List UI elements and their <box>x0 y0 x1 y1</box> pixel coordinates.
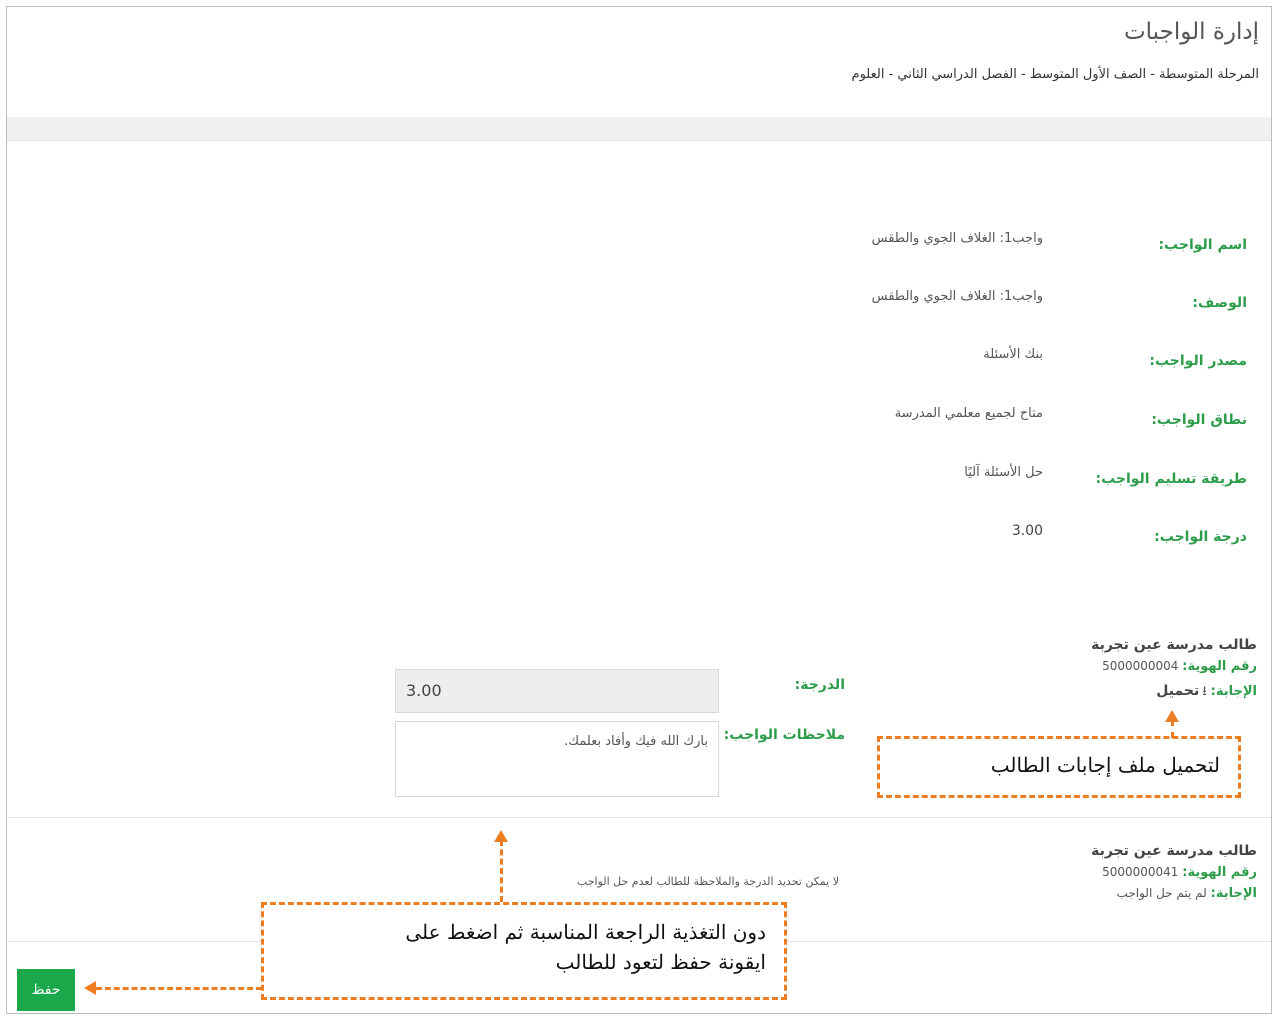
student-name: طالب مدرسة عين تجربة <box>1091 843 1257 859</box>
callout-arrow-line <box>500 840 503 902</box>
detail-row-name: اسم الواجب: واجب1: الغلاف الجوي والطقس <box>7 231 1271 271</box>
student-answer: الإجابة: ⭳تحميل <box>1091 682 1257 704</box>
student-id: رقم الهوية: 5000000041 <box>1091 865 1257 880</box>
student-answer-label: الإجابة: <box>1210 886 1257 901</box>
download-answer-link[interactable]: تحميل <box>1156 683 1199 699</box>
detail-value: متاح لجميع معلمي المدرسة <box>894 406 1043 421</box>
callout-arrowhead <box>84 981 96 995</box>
breadcrumb: المرحلة المتوسطة - الصف الأول المتوسط - … <box>851 67 1259 82</box>
detail-label: الوصف: <box>1192 295 1247 311</box>
student-id-value: 5000000004 <box>1102 659 1179 673</box>
page-title: إدارة الواجبات <box>1124 19 1259 45</box>
download-icon[interactable]: ⭳ <box>1202 682 1207 704</box>
detail-label: اسم الواجب: <box>1158 237 1247 253</box>
student-id: رقم الهوية: 5000000004 <box>1091 659 1257 674</box>
detail-label: طريقة تسليم الواجب: <box>1095 471 1247 487</box>
student-id-value: 5000000041 <box>1102 865 1179 879</box>
feedback-callout: دون التغذية الراجعة المناسبة ثم اضغط على… <box>261 902 787 1000</box>
detail-row-description: الوصف: واجب1: الغلاف الجوي والطقس <box>7 289 1271 329</box>
detail-row-grade: درجة الواجب: 3.00 <box>7 523 1271 563</box>
callout-arrow-line <box>96 987 262 990</box>
detail-value: حل الأسئلة آليًا <box>964 465 1043 480</box>
student-separator <box>7 817 1271 818</box>
detail-row-delivery-method: طريقة تسليم الواجب: حل الأسئلة آليًا <box>7 465 1271 505</box>
grade-label: الدرجة: <box>794 677 845 693</box>
student-name: طالب مدرسة عين تجربة <box>1091 637 1257 653</box>
detail-row-scope: نطاق الواجب: متاح لجميع معلمي المدرسة <box>7 406 1271 446</box>
student-id-label: رقم الهوية: <box>1182 659 1257 674</box>
detail-row-source: مصدر الواجب: بنك الأسئلة <box>7 347 1271 387</box>
feedback-callout-line-1: دون التغذية الراجعة المناسبة ثم اضغط على <box>405 920 766 944</box>
assignment-management-panel: إدارة الواجبات المرحلة المتوسطة - الصف ا… <box>6 6 1272 1014</box>
header-separator <box>7 117 1271 141</box>
detail-value: 3.00 <box>1011 523 1043 539</box>
detail-value: واجب1: الغلاف الجوي والطقس <box>871 289 1043 304</box>
feedback-callout-line-2: ايقونة حفظ لتعود للطالب <box>555 950 766 974</box>
student-answer-status: لم يتم حل الواجب <box>1116 886 1207 900</box>
student-info-2: طالب مدرسة عين تجربة رقم الهوية: 5000000… <box>1091 843 1257 901</box>
student-id-label: رقم الهوية: <box>1182 865 1257 880</box>
callout-arrow-line <box>1171 720 1174 738</box>
notes-textarea[interactable]: بارك الله فيك وأفاد بعلمك. <box>395 721 719 797</box>
detail-value: واجب1: الغلاف الجوي والطقس <box>871 231 1043 246</box>
detail-value: بنك الأسئلة <box>983 347 1043 362</box>
callout-arrowhead <box>494 830 508 842</box>
callout-arrowhead <box>1165 710 1179 722</box>
grade-input[interactable]: 3.00 <box>395 669 719 713</box>
student-answer: الإجابة: لم يتم حل الواجب <box>1091 886 1257 901</box>
student-answer-label: الإجابة: <box>1210 684 1257 699</box>
download-callout: لتحميل ملف إجابات الطالب <box>877 736 1241 798</box>
student-info-1: طالب مدرسة عين تجربة رقم الهوية: 5000000… <box>1091 637 1257 704</box>
save-button[interactable]: حفظ <box>17 969 75 1011</box>
detail-label: مصدر الواجب: <box>1149 353 1247 369</box>
detail-label: نطاق الواجب: <box>1151 412 1247 428</box>
notes-label: ملاحظات الواجب: <box>723 727 845 743</box>
grading-unavailable-message: لا يمكن تحديد الدرجة والملاحظة للطالب لع… <box>576 875 839 888</box>
detail-label: درجة الواجب: <box>1154 529 1247 545</box>
